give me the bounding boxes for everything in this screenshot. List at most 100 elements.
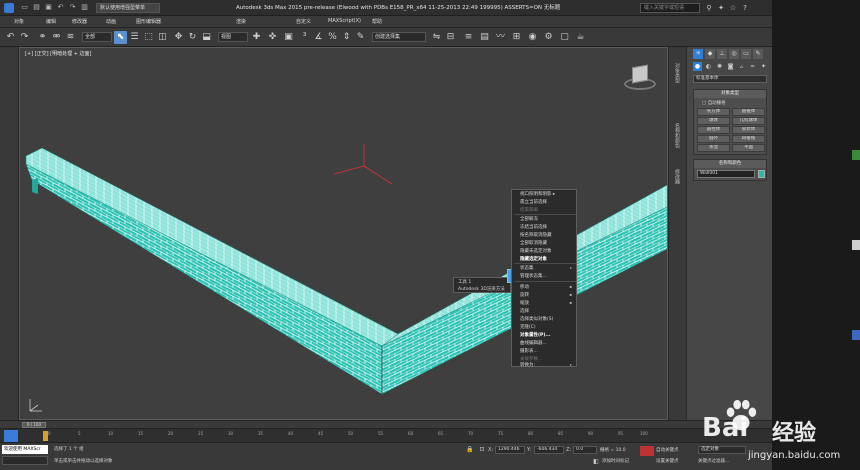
torus-button[interactable]: 圆环 xyxy=(697,135,730,143)
cameras-icon[interactable]: ◙ xyxy=(726,62,735,71)
maxscript-output[interactable] xyxy=(2,456,48,465)
undo-icon[interactable]: ↶ xyxy=(56,3,65,12)
shapes-icon[interactable]: ◐ xyxy=(704,62,713,71)
ctx-unhide-all[interactable]: 全部取消隐藏 xyxy=(520,240,547,246)
keyboard-shortcut-icon[interactable]: ▣ xyxy=(282,31,295,44)
workspace-dropdown[interactable]: 默认使用增强型菜单 xyxy=(96,3,160,13)
viewport-label[interactable]: [+] [正交] [明暗处理 + 边面] xyxy=(25,50,91,57)
ctx-curve-editor[interactable]: 曲线编辑器... xyxy=(520,340,547,346)
teapot-button[interactable]: 茶壶 xyxy=(697,144,730,152)
cone-button[interactable]: 圆锥体 xyxy=(732,108,765,116)
x-coord-input[interactable]: 1290.446 xyxy=(495,446,525,454)
ctx-select-similar[interactable]: 选择类似对象(S) xyxy=(520,316,553,322)
ctx-isolate[interactable]: 孤立当前选择 xyxy=(520,199,547,205)
select-by-name-icon[interactable]: ☰ xyxy=(128,31,141,44)
desktop-file-icon[interactable] xyxy=(852,240,860,250)
bind-space-warp-icon[interactable]: ≋ xyxy=(64,31,77,44)
side-tab-object-type[interactable]: 对象类型 xyxy=(674,63,681,83)
save-file-icon[interactable]: ▣ xyxy=(44,3,53,12)
z-coord-input[interactable]: 0.0 xyxy=(573,446,597,454)
new-file-icon[interactable]: ▭ xyxy=(20,3,29,12)
geometry-category-dropdown[interactable]: 标准基本体 xyxy=(693,75,767,83)
track-bar[interactable]: 0 5 10 15 20 25 30 35 40 45 50 55 60 65 … xyxy=(0,428,772,442)
object-color-swatch[interactable] xyxy=(758,170,765,178)
scale-icon[interactable]: ⬓ xyxy=(200,31,213,44)
side-tab-name-color[interactable]: 名称和颜色 xyxy=(674,123,681,148)
box-button[interactable]: 长方体 xyxy=(697,108,730,116)
add-time-tag-icon[interactable]: ◧ xyxy=(592,458,600,466)
mini-curve-editor-icon[interactable] xyxy=(4,430,18,442)
subscription-icon[interactable]: ✦ xyxy=(716,3,726,13)
align-icon[interactable]: ⊟ xyxy=(444,31,457,44)
menu-help[interactable]: 帮助 xyxy=(372,18,382,25)
time-slider-bar[interactable]: 0 / 100 xyxy=(0,420,772,428)
set-key-label[interactable]: 设置关键点 xyxy=(656,458,679,464)
desktop-app-icon[interactable] xyxy=(852,150,860,160)
angle-snap-icon[interactable]: ∡ xyxy=(312,31,325,44)
ctx-object-properties[interactable]: 对象属性(P)... xyxy=(520,332,551,338)
auto-key-label[interactable]: 自动关键点 xyxy=(656,447,679,453)
open-file-icon[interactable]: ▤ xyxy=(32,3,41,12)
display-tab-icon[interactable]: ▭ xyxy=(741,49,751,59)
ctx-unhide-by-name[interactable]: 按名称取消隐藏 xyxy=(520,232,552,238)
curve-editor-icon[interactable]: 〰 xyxy=(494,31,507,44)
search-input[interactable]: 键入关键字或短语 xyxy=(640,3,700,13)
menu-modifiers[interactable]: 修改器 xyxy=(72,18,87,25)
helpers-icon[interactable]: ▵ xyxy=(737,62,746,71)
edit-named-selection-icon[interactable]: ✎ xyxy=(354,31,367,44)
desktop-folder-icon[interactable] xyxy=(852,330,860,340)
object-type-header[interactable]: 对象类型 xyxy=(694,90,766,98)
ctx-viewport-lighting[interactable]: 视口照明和阴影 ▸ xyxy=(520,191,555,197)
ctx-dope-sheet[interactable]: 摄影表... xyxy=(520,348,538,354)
utilities-tab-icon[interactable]: ✎ xyxy=(753,49,763,59)
material-editor-icon[interactable]: ◉ xyxy=(526,31,539,44)
project-folder-icon[interactable]: ▥ xyxy=(80,3,89,12)
redo-icon[interactable]: ↷ xyxy=(18,31,31,44)
move-icon[interactable]: ✥ xyxy=(172,31,185,44)
sphere-button[interactable]: 球体 xyxy=(697,117,730,125)
y-coord-input[interactable]: -606.434 xyxy=(534,446,564,454)
undo-icon[interactable]: ↶ xyxy=(4,31,17,44)
menu-edit[interactable]: 编辑 xyxy=(46,18,56,25)
help-icon[interactable]: ? xyxy=(740,3,750,13)
redo-icon[interactable]: ↷ xyxy=(68,3,77,12)
unlink-icon[interactable]: ⚮ xyxy=(50,31,63,44)
menu-rendering[interactable]: 渲染 xyxy=(236,18,246,25)
ctx-unfreeze-all[interactable]: 全部解冻 xyxy=(520,216,538,222)
tube-button[interactable]: 管状体 xyxy=(732,126,765,134)
space-warps-icon[interactable]: ≈ xyxy=(748,62,757,71)
viewcube-box-icon[interactable] xyxy=(632,64,648,84)
menu-objects[interactable]: 对象 xyxy=(14,18,24,25)
link-icon[interactable]: ⚭ xyxy=(36,31,49,44)
quad-menu-render-item[interactable]: Autodesk 3D渲染方法 xyxy=(458,286,505,292)
motion-tab-icon[interactable]: ◎ xyxy=(729,49,739,59)
window-crossing-icon[interactable]: ◫ xyxy=(156,31,169,44)
menu-animation[interactable]: 动画 xyxy=(106,18,116,25)
reference-coordinate-dropdown[interactable]: 视图 xyxy=(218,32,248,42)
absolute-mode-icon[interactable]: ⊡ xyxy=(478,446,486,454)
transform-gizmo[interactable] xyxy=(333,144,393,185)
select-object-icon[interactable]: ⬉ xyxy=(114,31,127,44)
spinner-snap-icon[interactable]: ⇕ xyxy=(340,31,353,44)
menu-customize[interactable]: 自定义 xyxy=(296,18,311,25)
menu-graph-editors[interactable]: 图形编辑器 xyxy=(136,18,161,25)
auto-key-icon[interactable] xyxy=(640,446,654,456)
render-setup-icon[interactable]: ⚙ xyxy=(542,31,555,44)
hierarchy-tab-icon[interactable]: ⊥ xyxy=(717,49,727,59)
ctx-select[interactable]: 选择 xyxy=(520,308,529,314)
create-tab-icon[interactable]: ✳ xyxy=(693,49,703,59)
ctx-state-sets[interactable]: 状态集 xyxy=(520,265,534,271)
rectangular-selection-icon[interactable]: ⬚ xyxy=(142,31,155,44)
schematic-view-icon[interactable]: ⊞ xyxy=(510,31,523,44)
modify-tab-icon[interactable]: ◆ xyxy=(705,49,715,59)
geometry-icon[interactable]: ● xyxy=(693,62,702,71)
ctx-hide-selection[interactable]: 隐藏选定对象 xyxy=(520,256,547,262)
maxscript-listener-input[interactable]: 欢迎使用 MAXScr xyxy=(2,445,48,454)
selection-filter-dropdown[interactable]: 全部 xyxy=(82,32,112,42)
autogrid-checkbox[interactable]: □ 自动栅格 xyxy=(702,100,726,106)
rendered-frame-icon[interactable]: ▢ xyxy=(558,31,571,44)
layer-manager-icon[interactable]: ≡ xyxy=(462,31,475,44)
systems-icon[interactable]: ✦ xyxy=(759,62,768,71)
communication-icon[interactable]: ☆ xyxy=(728,3,738,13)
ctx-manage-state-sets[interactable]: 管理状态集... xyxy=(520,273,547,279)
